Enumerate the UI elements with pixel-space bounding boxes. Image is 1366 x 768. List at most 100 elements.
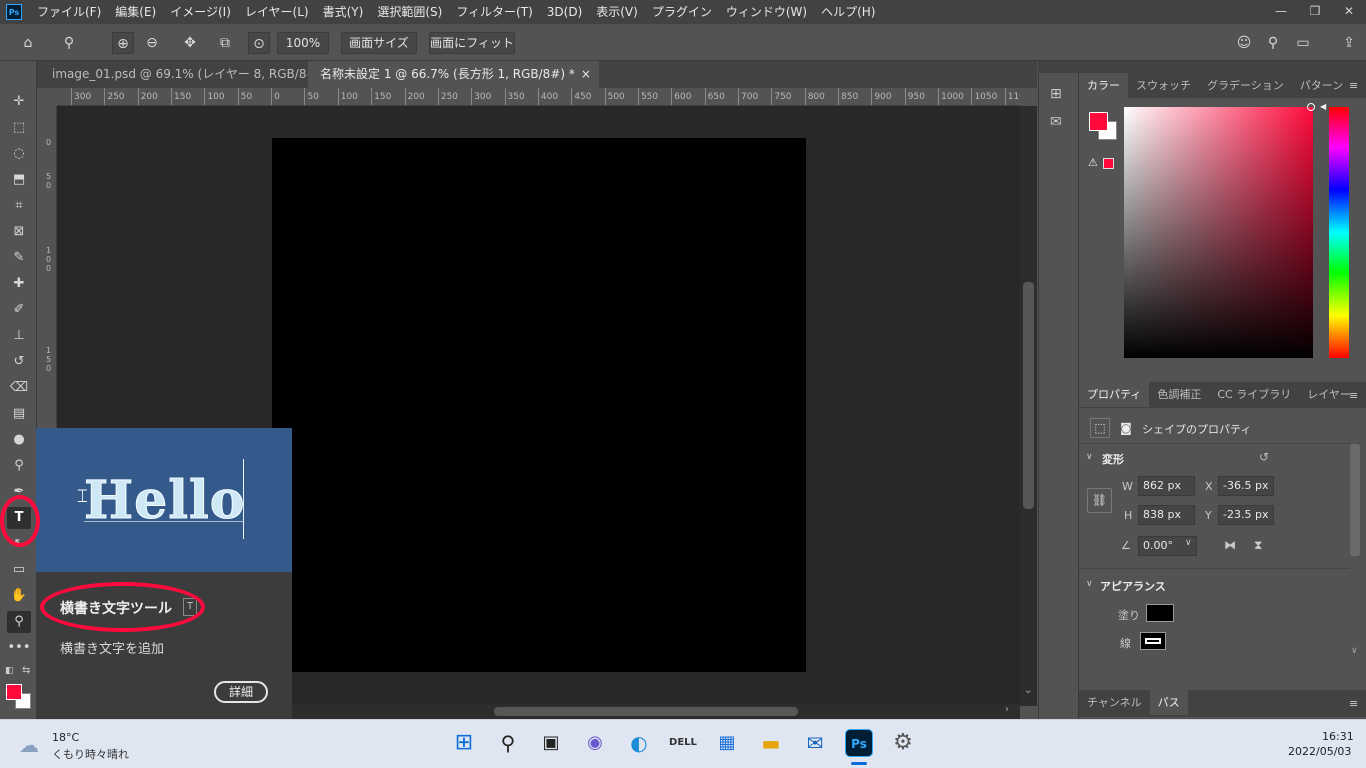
frame-tool-icon[interactable]: ⊠ xyxy=(7,221,31,243)
menu-help[interactable]: ヘルプ(H) xyxy=(814,0,882,24)
shape-mask-icon[interactable]: ◙ xyxy=(1117,418,1135,438)
zoom-all-windows-icon[interactable]: ⧉ xyxy=(214,32,236,54)
clone-stamp-tool-icon[interactable]: ⊥ xyxy=(7,325,31,347)
color-picker-field[interactable] xyxy=(1124,107,1313,358)
dell-app-icon[interactable]: DELL xyxy=(669,729,697,757)
bottom-panel-menu-icon[interactable]: ≡ xyxy=(1349,697,1358,710)
menu-filter[interactable]: フィルター(T) xyxy=(449,0,539,24)
scroll-down-icon[interactable]: ⌄ xyxy=(1024,685,1032,696)
menu-view[interactable]: 表示(V) xyxy=(589,0,645,24)
dodge-tool-icon[interactable]: ⚲ xyxy=(7,455,31,477)
crop-tool-icon[interactable]: ⌗ xyxy=(7,195,31,217)
history-brush-tool-icon[interactable]: ↺ xyxy=(7,351,31,373)
flip-vertical-icon[interactable]: ⧗ xyxy=(1254,538,1262,553)
foreground-color-swatch[interactable] xyxy=(6,684,22,700)
comments-panel-icon[interactable]: ✉ xyxy=(1050,114,1062,130)
properties-menu-icon[interactable]: ≡ xyxy=(1349,389,1358,402)
microsoft-store-icon[interactable]: ▦ xyxy=(713,729,741,757)
menu-file[interactable]: ファイル(F) xyxy=(30,0,108,24)
tab-properties[interactable]: プロパティ xyxy=(1079,382,1150,407)
move-tool-icon[interactable]: ✛ xyxy=(7,91,31,113)
tab-swatches[interactable]: スウォッチ xyxy=(1128,73,1199,98)
default-colors-icon[interactable]: ◧ xyxy=(5,666,14,676)
workspace-icon[interactable]: ▭ xyxy=(1292,32,1314,54)
clock-date[interactable]: 2022/05/03 xyxy=(1288,745,1351,758)
menu-layer[interactable]: レイヤー(L) xyxy=(238,0,316,24)
transform-collapse-icon[interactable]: ∨ xyxy=(1086,452,1093,462)
properties-scroll-down-icon[interactable]: ∨ xyxy=(1351,646,1358,656)
marquee-tool-icon[interactable]: ⬚ xyxy=(7,117,31,139)
zoom-out-icon[interactable]: ⊖ xyxy=(141,32,163,54)
tab-channels[interactable]: チャンネル xyxy=(1079,690,1150,715)
taskbar-search-icon[interactable]: ⚲ xyxy=(494,729,522,757)
zoom-tool-preset-icon[interactable]: ⚲ xyxy=(58,32,80,54)
menu-type[interactable]: 書式(Y) xyxy=(316,0,371,24)
file-explorer-icon[interactable]: ▬ xyxy=(757,729,785,757)
teams-chat-icon[interactable]: ◉ xyxy=(581,729,609,757)
tab-close-icon[interactable]: × xyxy=(581,61,591,88)
mail-icon[interactable]: ✉ xyxy=(801,729,829,757)
hue-slider[interactable] xyxy=(1329,107,1349,358)
brush-tool-icon[interactable]: ✐ xyxy=(7,299,31,321)
fill-screen-button[interactable]: 画面にフィット xyxy=(429,32,515,54)
zoom-tool-icon[interactable]: ⚲ xyxy=(7,611,31,633)
menu-image[interactable]: イメージ(I) xyxy=(163,0,238,24)
appearance-collapse-icon[interactable]: ∨ xyxy=(1086,579,1093,589)
tab-image-01[interactable]: image_01.psd @ 69.1% (レイヤー 8, RGB/8#) * xyxy=(40,61,343,88)
x-field[interactable]: -36.5 px xyxy=(1218,476,1274,496)
menu-window[interactable]: ウィンドウ(W) xyxy=(719,0,814,24)
share-user-icon[interactable]: ☺ xyxy=(1233,32,1255,54)
horizontal-ruler[interactable]: 300 250 200 150 100 50 0 50 100 150 200 250 300 350 40… xyxy=(57,88,1020,106)
tab-color[interactable]: カラー xyxy=(1079,73,1128,98)
shape-transform-icon[interactable]: ⬚ xyxy=(1090,418,1110,438)
color-panel-foreground-swatch[interactable] xyxy=(1089,112,1108,131)
edge-browser-icon[interactable]: ◐ xyxy=(625,729,653,757)
task-view-icon[interactable]: ▣ xyxy=(537,729,565,757)
hue-slider-handle[interactable]: ◀ xyxy=(1320,102,1326,111)
horizontal-scroll-thumb[interactable] xyxy=(494,707,798,716)
more-tools-icon[interactable]: ••• xyxy=(7,637,31,659)
tab-patterns[interactable]: パターン xyxy=(1292,73,1351,98)
eyedropper-tool-icon[interactable]: ✎ xyxy=(7,247,31,269)
width-field[interactable]: 862 px xyxy=(1138,476,1195,496)
flip-horizontal-icon[interactable]: ⧓ xyxy=(1224,538,1236,552)
color-picker-marker[interactable] xyxy=(1307,103,1315,111)
panel-menu-icon[interactable]: ≡ xyxy=(1349,79,1358,92)
tab-cc-libraries[interactable]: CC ライブラリ xyxy=(1209,382,1299,407)
restore-icon[interactable]: ❐ xyxy=(1298,0,1332,24)
menu-3d[interactable]: 3D(D) xyxy=(540,0,589,24)
weather-temperature[interactable]: 18°C xyxy=(52,731,79,744)
menu-plugins[interactable]: プラグイン xyxy=(645,0,719,24)
fit-screen-button[interactable]: 画面サイズ xyxy=(341,32,417,54)
link-dimensions-icon[interactable]: ⛓ xyxy=(1087,488,1112,513)
menu-select[interactable]: 選択範囲(S) xyxy=(370,0,449,24)
tab-untitled-1[interactable]: 名称未設定 1 @ 66.7% (長方形 1, RGB/8#) * × xyxy=(308,61,599,88)
scrubby-zoom-icon[interactable]: ⊙ xyxy=(248,32,270,54)
hand-tool-icon[interactable]: ✋ xyxy=(7,585,31,607)
fill-color-swatch[interactable] xyxy=(1146,604,1174,622)
share-icon[interactable]: ⇪ xyxy=(1338,32,1360,54)
clock-time[interactable]: 16:31 xyxy=(1322,730,1354,743)
weather-description[interactable]: くもり時々晴れ xyxy=(52,746,129,762)
settings-gear-icon[interactable]: ⚙ xyxy=(889,729,917,757)
minimize-icon[interactable]: — xyxy=(1264,0,1298,24)
blur-tool-icon[interactable]: ● xyxy=(7,429,31,451)
rectangle-tool-icon[interactable]: ▭ xyxy=(7,559,31,581)
weather-cloud-icon[interactable]: ☁ xyxy=(19,733,39,757)
angle-dropdown-icon[interactable]: ∨ xyxy=(1185,538,1192,548)
close-icon[interactable]: ✕ xyxy=(1332,0,1366,24)
ruler-origin[interactable] xyxy=(37,88,57,106)
photoshop-taskbar-icon[interactable]: Ps xyxy=(845,729,873,757)
history-panel-icon[interactable]: ⊞ xyxy=(1050,86,1062,102)
home-icon[interactable]: ⌂ xyxy=(17,32,39,54)
web-safe-color-swatch[interactable] xyxy=(1103,158,1114,169)
y-field[interactable]: -23.5 px xyxy=(1218,505,1274,525)
vertical-scroll-thumb[interactable] xyxy=(1023,282,1034,509)
zoom-value-field[interactable]: 100% xyxy=(277,32,329,54)
height-field[interactable]: 838 px xyxy=(1138,505,1195,525)
tab-adjustments[interactable]: 色調補正 xyxy=(1149,382,1209,407)
zoom-in-icon[interactable]: ⊕ xyxy=(112,32,134,54)
windows-start-icon[interactable]: ⊞ xyxy=(450,729,478,757)
gradient-tool-icon[interactable]: ▤ xyxy=(7,403,31,425)
tab-gradients[interactable]: グラデーション xyxy=(1199,73,1292,98)
